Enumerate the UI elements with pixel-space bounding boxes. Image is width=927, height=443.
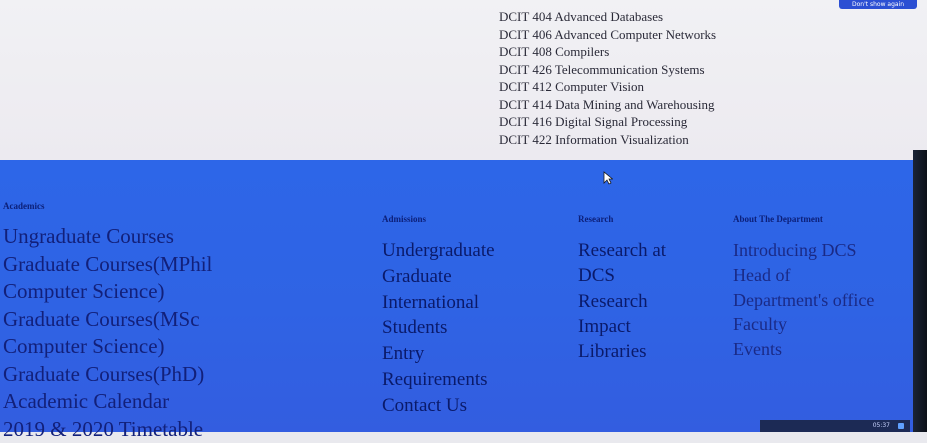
footer-link-libraries[interactable]: Libraries: [578, 339, 666, 364]
footer-link-head-of-department[interactable]: Head of: [733, 263, 874, 288]
footer-link-msc-courses[interactable]: Graduate Courses(MSc: [3, 306, 212, 334]
footer-link-contact-us[interactable]: Contact Us: [382, 393, 495, 419]
course-list: DCIT 404 Advanced Databases DCIT 406 Adv…: [499, 8, 716, 148]
footer-link-research-at-dcs[interactable]: Research at: [578, 238, 666, 263]
footer-link-faculty[interactable]: Faculty: [733, 312, 874, 337]
notification-icon[interactable]: [898, 423, 904, 429]
footer-link-introducing-dcs[interactable]: Introducing DCS: [733, 238, 874, 263]
course-item[interactable]: DCIT 422 Information Visualization: [499, 131, 716, 149]
footer-link-undergraduate[interactable]: Undergraduate: [382, 238, 495, 264]
about-heading: About The Department: [733, 214, 874, 224]
taskbar: 05:37: [760, 420, 910, 432]
course-item[interactable]: DCIT 406 Advanced Computer Networks: [499, 26, 716, 44]
course-item[interactable]: DCIT 416 Digital Signal Processing: [499, 113, 716, 131]
course-item[interactable]: DCIT 414 Data Mining and Warehousing: [499, 96, 716, 114]
footer-link-research-impact[interactable]: Research: [578, 289, 666, 314]
mouse-cursor-icon: [603, 171, 613, 185]
footer-column-about: About The Department Introducing DCS Hea…: [733, 214, 874, 362]
footer-link-head-of-department-cont[interactable]: Department's office: [733, 288, 874, 313]
footer-link-academic-calendar[interactable]: Academic Calendar: [3, 388, 212, 416]
footer-link-events[interactable]: Events: [733, 337, 874, 362]
monitor-bezel: [913, 150, 927, 432]
footer-link-timetable[interactable]: 2019 & 2020 Timetable: [3, 416, 212, 443]
academics-heading: Academics: [3, 201, 212, 211]
footer-link-mphil-courses[interactable]: Graduate Courses(MPhil: [3, 251, 212, 279]
footer-link-entry-requirements-cont[interactable]: Requirements: [382, 367, 495, 393]
course-item[interactable]: DCIT 404 Advanced Databases: [499, 8, 716, 26]
footer-link-undergraduate-courses[interactable]: Ungraduate Courses: [3, 223, 212, 251]
footer-link-mphil-courses-cont[interactable]: Computer Science): [3, 278, 212, 306]
footer-column-admissions: Admissions Undergraduate Graduate Intern…: [382, 214, 495, 419]
taskbar-clock: 05:37: [873, 420, 890, 432]
footer-link-research-at-dcs-cont[interactable]: DCS: [578, 263, 666, 288]
research-heading: Research: [578, 214, 666, 224]
course-item[interactable]: DCIT 408 Compilers: [499, 43, 716, 61]
footer-link-msc-courses-cont[interactable]: Computer Science): [3, 333, 212, 361]
footer-link-research-impact-cont[interactable]: Impact: [578, 314, 666, 339]
footer-link-phd-courses[interactable]: Graduate Courses(PhD): [3, 361, 212, 389]
footer-link-international[interactable]: International: [382, 290, 495, 316]
footer-column-academics: Academics Ungraduate Courses Graduate Co…: [3, 201, 212, 443]
course-item[interactable]: DCIT 426 Telecommunication Systems: [499, 61, 716, 79]
course-list-section: Don't show again DCIT 404 Advanced Datab…: [0, 0, 927, 162]
footer-link-graduate[interactable]: Graduate: [382, 264, 495, 290]
footer-column-research: Research Research at DCS Research Impact…: [578, 214, 666, 364]
dont-show-again-button[interactable]: Don't show again: [839, 0, 917, 9]
footer-link-entry-requirements[interactable]: Entry: [382, 341, 495, 367]
admissions-heading: Admissions: [382, 214, 495, 224]
footer-link-international-cont[interactable]: Students: [382, 315, 495, 341]
course-item[interactable]: DCIT 412 Computer Vision: [499, 78, 716, 96]
